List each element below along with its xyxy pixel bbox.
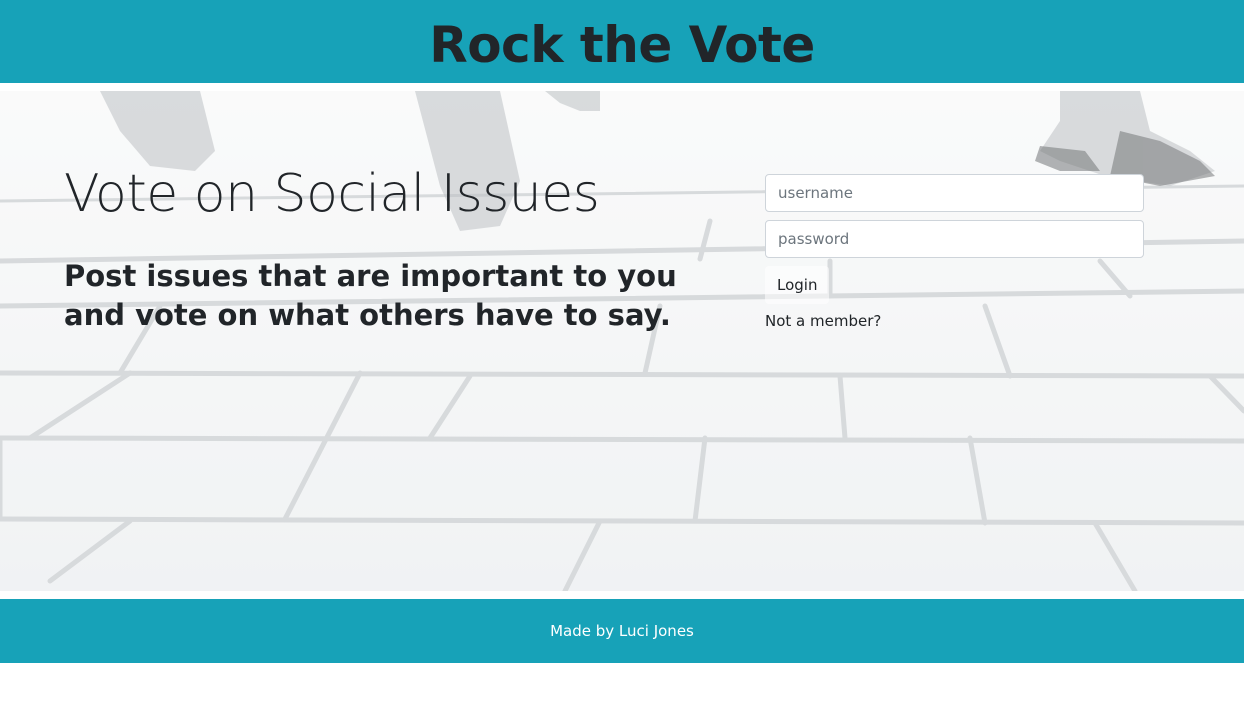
site-title: Rock the Vote — [429, 15, 815, 74]
hero-heading: Vote on Social Issues — [64, 164, 600, 224]
hero-section: Vote on Social Issues Post issues that a… — [0, 91, 1244, 591]
login-form: Login Not a member? — [765, 174, 1144, 330]
not-a-member-link[interactable]: Not a member? — [765, 312, 1144, 330]
login-button[interactable]: Login — [765, 266, 830, 304]
site-footer: Made by Luci Jones — [0, 599, 1244, 663]
site-header: Rock the Vote — [0, 0, 1244, 83]
password-input[interactable] — [765, 220, 1144, 258]
hero-lead-text: Post issues that are important to you an… — [64, 259, 677, 332]
username-input[interactable] — [765, 174, 1144, 212]
footer-credit: Made by Luci Jones — [550, 622, 694, 640]
